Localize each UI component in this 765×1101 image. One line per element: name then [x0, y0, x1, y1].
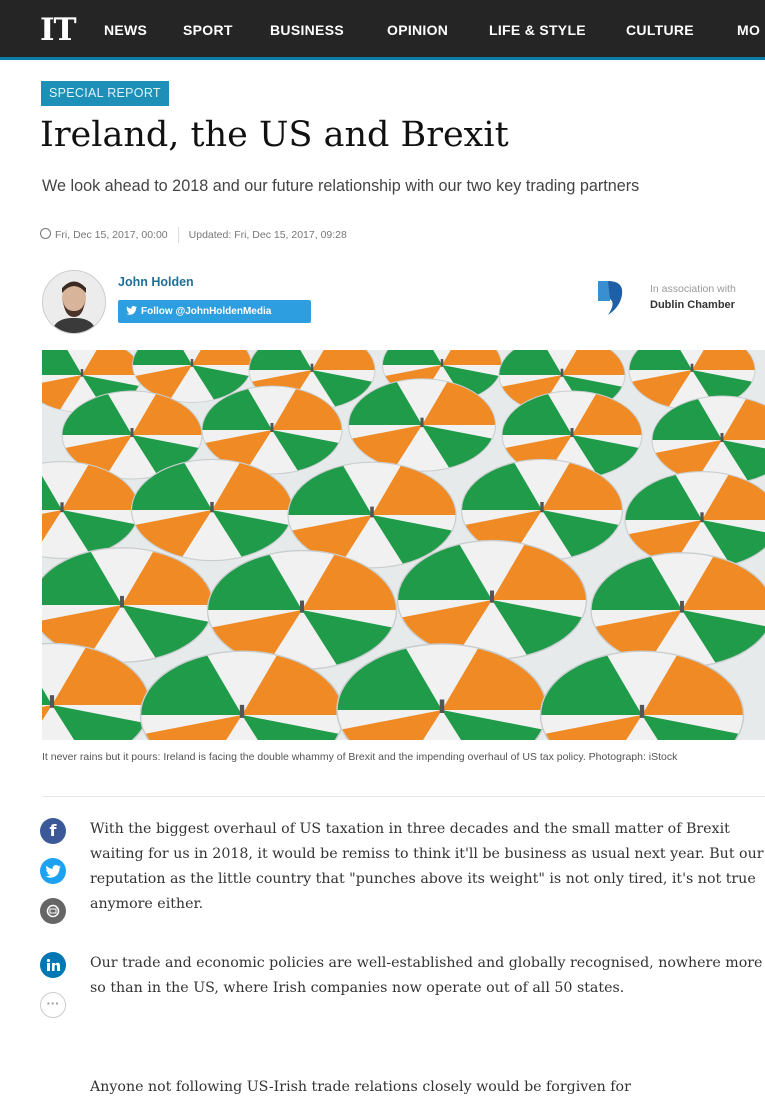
nav-item-sport[interactable]: SPORT: [183, 22, 233, 38]
twitter-bird-icon: [126, 301, 138, 315]
author-avatar[interactable]: [42, 270, 106, 334]
article-meta: Fri, Dec 15, 2017, 00:00 Updated: Fri, De…: [40, 227, 347, 243]
nav-item-business[interactable]: BUSINESS: [270, 22, 344, 38]
linkedin-share-icon[interactable]: [40, 952, 66, 978]
image-caption: It never rains but it pours: Ireland is …: [42, 751, 678, 763]
nav-item-news[interactable]: NEWS: [104, 22, 147, 38]
twitter-follow-button[interactable]: Follow @JohnHoldenMedia: [118, 300, 311, 323]
body-paragraph-2: Our trade and economic policies are well…: [90, 955, 763, 996]
article-title: Ireland, the US and Brexit: [40, 115, 509, 155]
facebook-share-icon[interactable]: f: [40, 818, 66, 844]
nav-item-culture[interactable]: CULTURE: [626, 22, 694, 38]
site-logo[interactable]: IT: [40, 12, 77, 48]
association-label: In association with: [650, 283, 736, 295]
nav-item-life-style[interactable]: LIFE & STYLE: [489, 22, 586, 38]
more-share-icon[interactable]: ···: [40, 992, 66, 1018]
updated-date: Updated: Fri, Dec 15, 2017, 09:28: [188, 228, 347, 241]
meta-divider: [177, 227, 179, 243]
special-report-badge[interactable]: SPECIAL REPORT: [41, 81, 169, 106]
body-paragraph-1: With the biggest overhaul of US taxation…: [90, 821, 764, 912]
published-date: Fri, Dec 15, 2017, 00:00: [55, 228, 168, 241]
body-paragraph-3: Anyone not following US-Irish trade rela…: [90, 1079, 631, 1095]
follow-label: Follow @JohnHoldenMedia: [141, 306, 272, 317]
dublin-chamber-logo[interactable]: [596, 277, 626, 317]
author-name[interactable]: John Holden: [118, 275, 194, 289]
caption-divider: [42, 796, 765, 797]
clock-icon: [40, 227, 51, 239]
top-navigation: IT NEWS SPORT BUSINESS OPINION LIFE & ST…: [0, 0, 765, 60]
nav-item-opinion[interactable]: OPINION: [387, 22, 448, 38]
association-name[interactable]: Dublin Chamber: [650, 299, 735, 311]
hero-image[interactable]: [42, 350, 765, 740]
twitter-share-icon[interactable]: [40, 858, 66, 884]
article-standfirst: We look ahead to 2018 and our future rel…: [42, 177, 640, 195]
nav-item-more[interactable]: MO: [737, 22, 760, 38]
email-share-icon[interactable]: [40, 898, 66, 924]
